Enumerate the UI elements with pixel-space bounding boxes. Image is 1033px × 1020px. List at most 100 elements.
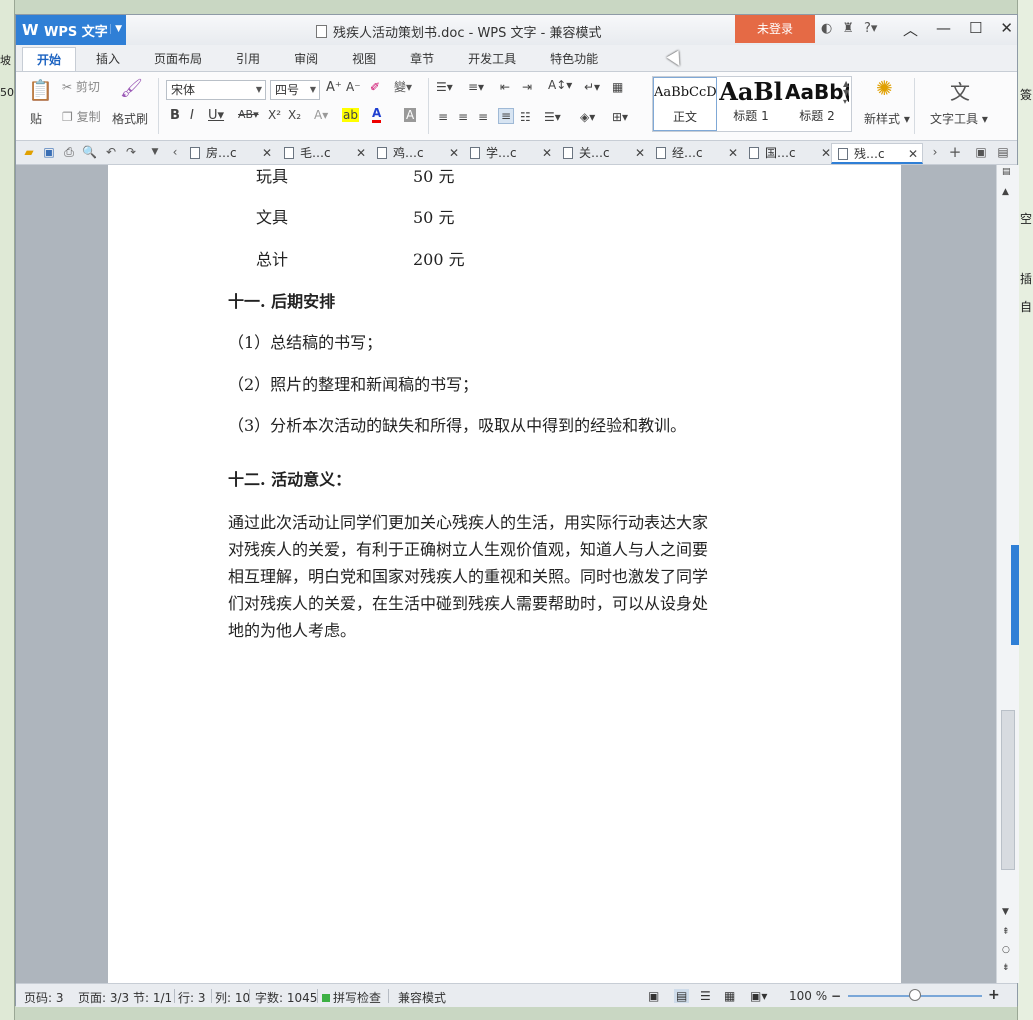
new-style-icon[interactable]: ✺ xyxy=(876,76,893,100)
redo-icon[interactable]: ↷ xyxy=(124,145,138,159)
shrink-font-icon[interactable]: A⁻ xyxy=(346,80,361,94)
doc-tab[interactable]: 国…c ✕ xyxy=(743,143,835,164)
table-icon[interactable]: ▦ xyxy=(612,80,623,94)
collapse-ribbon-icon[interactable]: ︿ xyxy=(903,19,918,40)
paragraph-shading-icon[interactable]: ◈▾ xyxy=(580,110,595,124)
underline-icon[interactable]: U▾ xyxy=(208,108,224,123)
close-icon[interactable]: ✕ xyxy=(1000,19,1013,40)
tab-special-features[interactable]: 特色功能 xyxy=(536,47,612,71)
tab-references[interactable]: 引用 xyxy=(222,47,274,71)
style-heading-2[interactable]: AaBb( 标题 2 xyxy=(785,77,849,131)
minimize-icon[interactable]: — xyxy=(936,19,951,40)
select-browse-icon[interactable]: ○ xyxy=(1002,945,1010,955)
ruler-toggle-icon[interactable]: ▤ xyxy=(1002,167,1011,177)
save-icon[interactable]: ▣ xyxy=(42,145,56,159)
tab-list-icon[interactable]: ▣ xyxy=(974,145,988,159)
outline-view-icon[interactable]: ☰ xyxy=(700,989,711,1003)
distribute-icon[interactable]: ☷ xyxy=(520,110,531,124)
doc-tab[interactable]: 关…c ✕ xyxy=(557,143,649,164)
align-right-icon[interactable]: ≡ xyxy=(478,110,488,124)
line-spacing-icon[interactable]: ☰▾ xyxy=(544,110,561,124)
new-tab-icon[interactable]: + xyxy=(948,145,962,160)
scroll-tabs-left-icon[interactable]: ‹ xyxy=(168,145,182,159)
print-icon[interactable]: ⎙ xyxy=(62,145,76,159)
bold-icon[interactable]: B xyxy=(170,108,180,123)
tab-review[interactable]: 审阅 xyxy=(280,47,332,71)
italic-icon[interactable]: I xyxy=(190,108,194,123)
doc-tab[interactable]: 房…c ✕ xyxy=(184,143,276,164)
close-icon[interactable]: ✕ xyxy=(821,143,831,163)
style-normal[interactable]: AaBbCcD 正文 xyxy=(653,77,717,131)
tab-view[interactable]: 视图 xyxy=(338,47,390,71)
sync-icon[interactable]: ◐ xyxy=(821,21,832,36)
customize-toolbar-icon[interactable]: ▼ xyxy=(148,145,162,159)
page-view-icon[interactable]: ▤ xyxy=(674,989,690,1003)
next-page-icon[interactable]: ⇟ xyxy=(1002,963,1010,973)
side-panel-toggle[interactable] xyxy=(1011,545,1019,645)
open-folder-icon[interactable]: ▰ xyxy=(22,145,36,159)
decrease-indent-icon[interactable]: ⇤ xyxy=(500,80,510,94)
login-button[interactable]: 未登录 xyxy=(735,15,815,43)
text-tools-button[interactable]: 文字工具 ▾ xyxy=(930,110,988,127)
strikethrough-icon[interactable]: AB▾ xyxy=(238,108,259,121)
scroll-up-icon[interactable]: ▲ xyxy=(1002,187,1009,197)
tab-insert[interactable]: 插入 xyxy=(82,47,134,71)
format-painter-icon[interactable]: 🖌 xyxy=(120,78,143,99)
doc-tab[interactable]: 毛…c ✕ xyxy=(278,143,370,164)
spell-check-toggle[interactable]: 拼写检查 xyxy=(322,989,381,1006)
document-page[interactable]: 玩具 50 元 文具 50 元 总计 200 元 十一. 后期安排 （1）总结稿… xyxy=(108,165,901,983)
subscript-icon[interactable]: X₂ xyxy=(288,108,301,122)
grow-font-icon[interactable]: A⁺ xyxy=(326,80,342,95)
superscript-icon[interactable]: X² xyxy=(268,108,281,122)
format-painter-button[interactable]: 格式刷 xyxy=(112,110,148,127)
highlight-icon[interactable]: ab xyxy=(342,108,359,122)
scroll-tabs-right-icon[interactable]: › xyxy=(928,145,942,159)
text-tools-icon[interactable]: 文 xyxy=(950,76,970,105)
prev-page-icon[interactable]: ⇞ xyxy=(1002,927,1010,937)
align-left-icon[interactable]: ≡ xyxy=(438,110,448,124)
web-view-icon[interactable]: ▣▾ xyxy=(750,989,767,1003)
print-preview-icon[interactable]: 🔍 xyxy=(82,145,97,159)
chinese-layout-icon[interactable]: A↕▾ xyxy=(548,78,572,92)
align-center-icon[interactable]: ≡ xyxy=(458,110,468,124)
close-icon[interactable]: ✕ xyxy=(728,143,738,163)
increase-indent-icon[interactable]: ⇥ xyxy=(522,80,532,94)
close-icon[interactable]: ✕ xyxy=(356,143,366,163)
style-heading-1[interactable]: AaBl 标题 1 xyxy=(719,77,783,131)
font-name-select[interactable]: 宋体 ▼ xyxy=(166,80,266,100)
tab-page-layout[interactable]: 页面布局 xyxy=(140,47,216,71)
styles-scroll-icon[interactable]: ▲ ▼ ▾ xyxy=(843,79,849,106)
doc-tab[interactable]: 经…c ✕ xyxy=(650,143,742,164)
numbered-list-icon[interactable]: ≡▾ xyxy=(468,80,484,94)
skin-icon[interactable]: ♜ xyxy=(842,21,854,36)
scroll-down-icon[interactable]: ▼ xyxy=(1002,907,1009,917)
tab-options-icon[interactable]: ▤ xyxy=(996,145,1010,159)
new-style-button[interactable]: 新样式 ▾ xyxy=(864,110,910,127)
app-menu-button[interactable]: W WPS 文字 ▼ xyxy=(16,15,126,45)
undo-icon[interactable]: ↶ xyxy=(104,145,118,159)
tab-home[interactable]: 开始 xyxy=(22,47,77,71)
close-icon[interactable]: ✕ xyxy=(908,144,918,164)
font-color-icon[interactable]: A xyxy=(372,106,382,123)
close-icon[interactable]: ✕ xyxy=(449,143,459,163)
close-icon[interactable]: ✕ xyxy=(635,143,645,163)
font-size-select[interactable]: 四号 ▼ xyxy=(270,80,320,100)
cut-button[interactable]: ✂ 剪切 xyxy=(62,78,100,95)
show-marks-icon[interactable]: ↵▾ xyxy=(584,80,600,94)
paste-icon[interactable]: 📋 xyxy=(28,78,53,102)
copy-button[interactable]: ❐ 复制 xyxy=(62,108,101,125)
reading-view-icon[interactable]: ▦ xyxy=(724,989,735,1003)
close-icon[interactable]: ✕ xyxy=(262,143,272,163)
close-icon[interactable]: ✕ xyxy=(542,143,552,163)
tab-developer[interactable]: 开发工具 xyxy=(454,47,530,71)
paste-button[interactable]: 贴 xyxy=(30,110,42,127)
doc-tab-active[interactable]: 残…c ✕ xyxy=(831,143,923,164)
zoom-slider-handle[interactable] xyxy=(909,989,921,1001)
zoom-in-icon[interactable]: + xyxy=(988,987,1000,1003)
phonetic-guide-icon[interactable]: 變▾ xyxy=(394,78,412,95)
word-count[interactable]: 字数: 1045 xyxy=(255,989,317,1006)
text-effect-icon[interactable]: A▾ xyxy=(314,108,328,122)
justify-icon[interactable]: ≡ xyxy=(498,108,515,124)
fullscreen-view-icon[interactable]: ▣ xyxy=(648,989,659,1003)
borders-icon[interactable]: ⊞▾ xyxy=(612,110,628,124)
